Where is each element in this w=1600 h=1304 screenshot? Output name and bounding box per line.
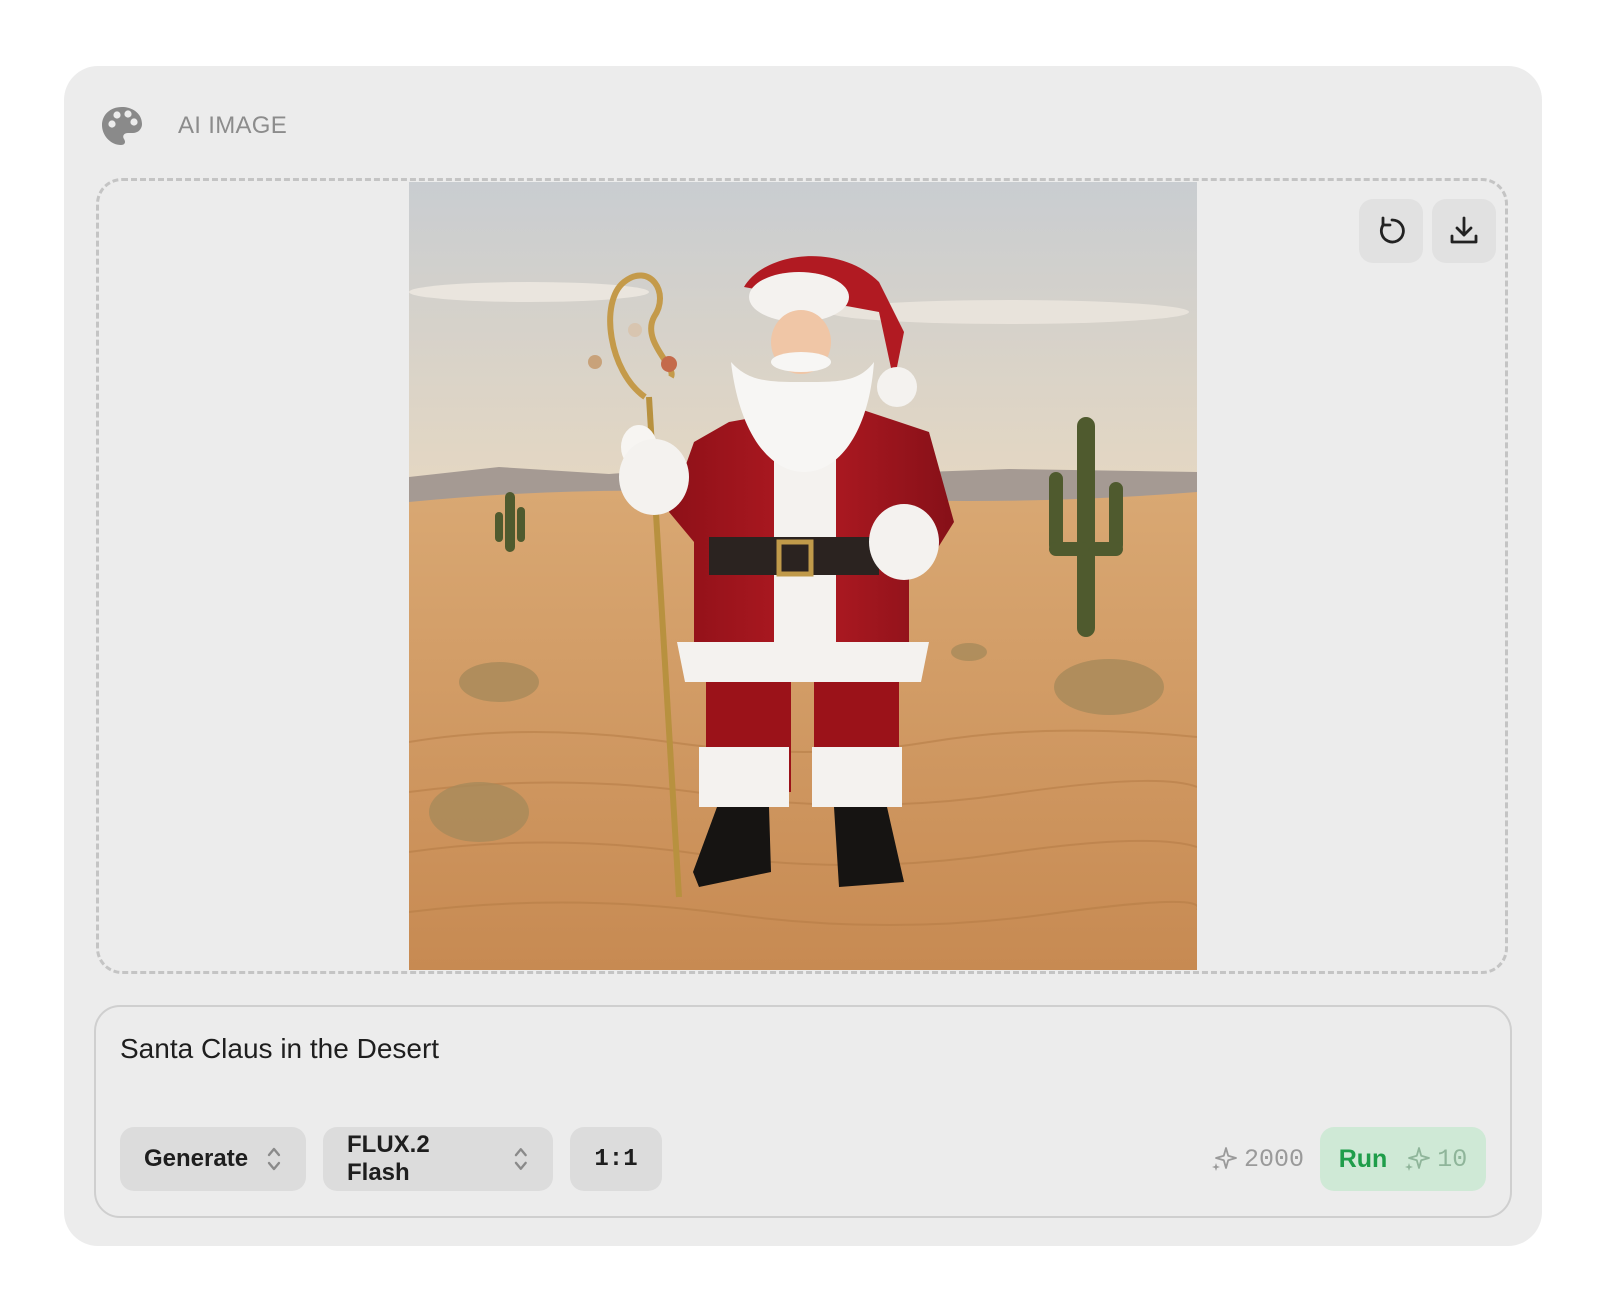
refresh-icon (1380, 216, 1405, 244)
prompt-input[interactable]: Santa Claus in the Desert Generate FLUX.… (94, 1005, 1512, 1218)
mode-select-label: Generate (144, 1145, 249, 1172)
generated-image[interactable] (409, 182, 1197, 970)
aspect-ratio-label: 1:1 (594, 1145, 638, 1173)
run-cost-value: 10 (1437, 1144, 1468, 1174)
credits-balance-value: 2000 (1243, 1144, 1304, 1174)
chevron-up-down-icon (515, 1148, 528, 1170)
image-preview-area (96, 178, 1508, 974)
aspect-ratio-button[interactable]: 1:1 (570, 1127, 662, 1191)
mode-select[interactable]: Generate (120, 1127, 306, 1191)
palette-icon (102, 107, 142, 145)
regenerate-button[interactable] (1359, 199, 1423, 263)
run-cost: 10 (1403, 1145, 1467, 1174)
ai-image-card: AI IMAGE Santa Claus in the Desert Gener… (64, 66, 1542, 1246)
run-button-label: Run (1338, 1144, 1388, 1173)
download-icon (1450, 216, 1478, 244)
prompt-text[interactable]: Santa Claus in the Desert (120, 1033, 439, 1065)
card-header: AI IMAGE (100, 102, 287, 150)
run-button[interactable]: Run 10 (1320, 1127, 1486, 1191)
chevron-up-down-icon (267, 1147, 281, 1171)
sparkle-icon (1211, 1147, 1237, 1171)
run-group: 2000 Run 10 (1210, 1127, 1486, 1191)
model-select[interactable]: FLUX.2 Flash (323, 1127, 553, 1191)
model-select-label: FLUX.2 Flash (347, 1131, 430, 1186)
download-button[interactable] (1432, 199, 1496, 263)
credits-balance: 2000 (1210, 1145, 1304, 1174)
prompt-toolbar: Generate FLUX.2 Flash 1:1 (120, 1127, 662, 1191)
card-title: AI IMAGE (178, 112, 288, 139)
sparkle-icon (1405, 1147, 1431, 1171)
